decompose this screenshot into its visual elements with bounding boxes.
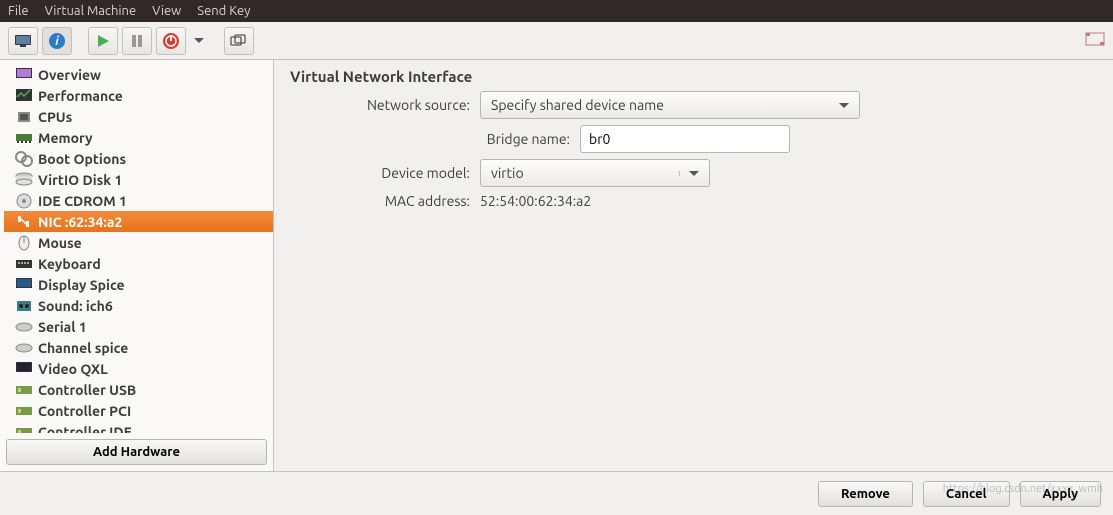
run-button[interactable]: [88, 27, 118, 55]
add-hardware-button[interactable]: Add Hardware: [6, 439, 267, 465]
mac-address-value: 52:54:00:62:34:a2: [480, 193, 591, 209]
snapshots-button[interactable]: [224, 27, 254, 55]
perf-icon: [10, 87, 38, 105]
usb-icon: [10, 381, 38, 399]
sidebar-item-label: Controller USB: [38, 382, 136, 398]
sidebar-item-label: IDE CDROM 1: [38, 193, 127, 209]
shutdown-button[interactable]: [156, 27, 186, 55]
video-icon: [10, 360, 38, 378]
play-icon: [96, 34, 110, 48]
sidebar-item-memory[interactable]: Memory: [4, 127, 273, 148]
sidebar-item-label: Mouse: [38, 235, 82, 251]
sidebar-item-label: NIC :62:34:a2: [38, 214, 122, 230]
snapshots-icon: [230, 34, 248, 48]
sidebar-item-label: Channel spice: [38, 340, 128, 356]
sidebar-item-controller-usb[interactable]: Controller USB: [4, 379, 273, 400]
sidebar-item-performance[interactable]: Performance: [4, 85, 273, 106]
network-source-value: Specify shared device name: [491, 97, 664, 113]
sidebar-item-label: Video QXL: [38, 361, 108, 377]
cpu-icon: [10, 108, 38, 126]
bridge-name-label: Bridge name:: [290, 131, 580, 147]
sidebar-item-label: Keyboard: [38, 256, 101, 272]
menu-file[interactable]: File: [8, 4, 29, 18]
sidebar-item-label: Controller PCI: [38, 403, 131, 419]
sidebar-item-controller-pci[interactable]: Controller PCI: [4, 400, 273, 421]
sidebar-item-boot-options[interactable]: Boot Options: [4, 148, 273, 169]
ide-icon: [10, 423, 38, 434]
info-icon: i: [48, 32, 66, 50]
remove-button[interactable]: Remove: [818, 481, 913, 507]
menu-send-key[interactable]: Send Key: [197, 4, 250, 18]
cdrom-icon: [10, 192, 38, 210]
mouse-icon: [10, 234, 38, 252]
shutdown-menu-button[interactable]: [190, 27, 208, 55]
sidebar-item-video-qxl[interactable]: Video QXL: [4, 358, 273, 379]
device-model-label: Device model:: [290, 165, 480, 181]
sound-icon: [10, 297, 38, 315]
console-button[interactable]: [8, 27, 38, 55]
window-indicator-icon: [1085, 32, 1105, 50]
display-icon: [10, 276, 38, 294]
sidebar-item-display-spice[interactable]: Display Spice: [4, 274, 273, 295]
chevron-down-icon: [689, 171, 699, 176]
bridge-name-input[interactable]: [580, 125, 790, 153]
network-source-label: Network source:: [290, 97, 480, 113]
pci-icon: [10, 402, 38, 420]
pause-icon: [130, 34, 144, 48]
sidebar-item-nic-62-34-a2[interactable]: NIC :62:34:a2: [4, 211, 273, 232]
serial-icon: [10, 318, 38, 336]
sidebar: Overview Performance CPUs Memory Boot Option…: [0, 60, 274, 471]
sidebar-item-label: Sound: ich6: [38, 298, 113, 314]
sidebar-item-mouse[interactable]: Mouse: [4, 232, 273, 253]
sidebar-item-label: Serial 1: [38, 319, 87, 335]
disk-icon: [10, 171, 38, 189]
toolbar: i: [0, 22, 1113, 60]
sidebar-item-label: Boot Options: [38, 151, 126, 167]
sidebar-item-cpus[interactable]: CPUs: [4, 106, 273, 127]
monitor-icon: [14, 34, 32, 48]
sidebar-item-channel-spice[interactable]: Channel spice: [4, 337, 273, 358]
sidebar-item-label: Memory: [38, 130, 93, 146]
channel-icon: [10, 339, 38, 357]
sidebar-item-label: Display Spice: [38, 277, 125, 293]
keyboard-icon: [10, 255, 38, 273]
network-source-select[interactable]: Specify shared device name: [480, 91, 860, 119]
hardware-list: Overview Performance CPUs Memory Boot Option…: [4, 64, 273, 433]
sidebar-item-keyboard[interactable]: Keyboard: [4, 253, 273, 274]
menu-virtual-machine[interactable]: Virtual Machine: [45, 4, 137, 18]
monitor-icon: [10, 66, 38, 84]
content-panel: Virtual Network Interface Network source…: [274, 60, 1113, 471]
pause-button[interactable]: [122, 27, 152, 55]
sidebar-item-controller-ide[interactable]: Controller IDE: [4, 421, 273, 433]
watermark: https://blog.csdn.net/xxxx_wmh: [943, 483, 1103, 495]
sidebar-item-label: Controller IDE: [38, 424, 132, 434]
mac-address-label: MAC address:: [290, 193, 480, 209]
chevron-down-icon: [839, 103, 849, 108]
memory-icon: [10, 129, 38, 147]
panel-title: Virtual Network Interface: [290, 68, 1097, 85]
sidebar-item-label: VirtIO Disk 1: [38, 172, 122, 188]
sidebar-item-label: Overview: [38, 67, 101, 83]
sidebar-item-overview[interactable]: Overview: [4, 64, 273, 85]
sidebar-item-sound-ich6[interactable]: Sound: ich6: [4, 295, 273, 316]
details-button[interactable]: i: [42, 27, 72, 55]
sidebar-item-virtio-disk-1[interactable]: VirtIO Disk 1: [4, 169, 273, 190]
menu-view[interactable]: View: [152, 4, 181, 18]
sidebar-item-label: CPUs: [38, 109, 72, 125]
sidebar-item-serial-1[interactable]: Serial 1: [4, 316, 273, 337]
device-model-select[interactable]: virtio: [480, 159, 710, 187]
menubar: File Virtual Machine View Send Key: [0, 0, 1113, 22]
sidebar-item-label: Performance: [38, 88, 123, 104]
sidebar-item-ide-cdrom-1[interactable]: IDE CDROM 1: [4, 190, 273, 211]
device-model-value: virtio: [491, 165, 524, 181]
chevron-down-icon: [194, 38, 204, 43]
nic-icon: [10, 213, 38, 231]
boot-icon: [10, 150, 38, 168]
main-area: Overview Performance CPUs Memory Boot Option…: [0, 60, 1113, 471]
power-icon: [162, 32, 180, 50]
